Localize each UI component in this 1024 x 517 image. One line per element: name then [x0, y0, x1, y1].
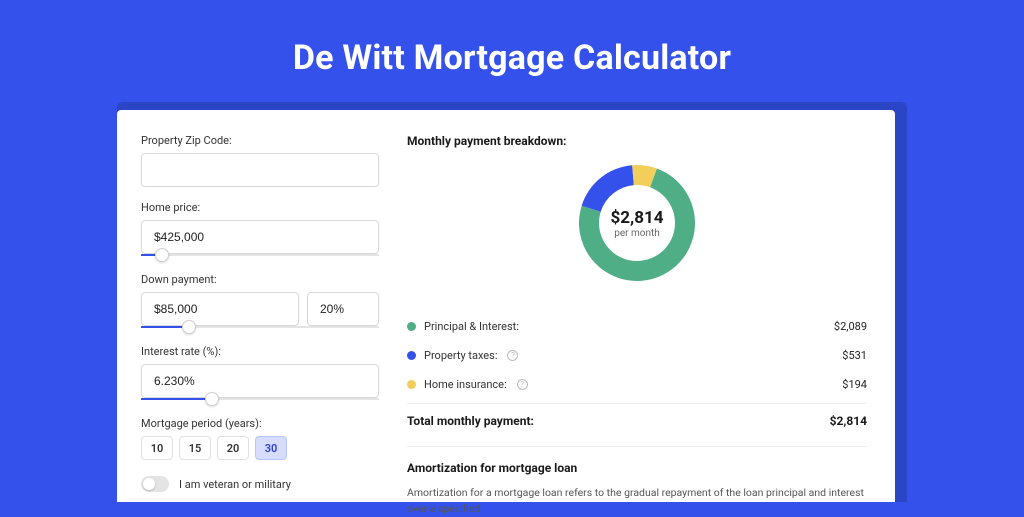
- period-option-10[interactable]: 10: [141, 436, 173, 460]
- field-home-price: Home price:: [141, 201, 379, 259]
- donut-amount: $2,814: [611, 208, 664, 228]
- veteran-toggle[interactable]: [141, 476, 169, 492]
- period-option-15[interactable]: 15: [179, 436, 211, 460]
- veteran-toggle-knob: [143, 478, 155, 490]
- divider: [407, 446, 867, 447]
- help-icon[interactable]: ?: [507, 350, 518, 361]
- interest-slider-thumb[interactable]: [205, 392, 219, 406]
- card-shadow: Property Zip Code: Home price: Down paym…: [117, 102, 907, 502]
- legend-dot: [407, 322, 416, 331]
- legend-total-row: Total monthly payment: $2,814: [407, 403, 867, 446]
- help-icon[interactable]: ?: [517, 379, 528, 390]
- donut-chart-wrap: $2,814 per month: [407, 162, 867, 284]
- form-column: Property Zip Code: Home price: Down paym…: [141, 134, 379, 502]
- breakdown-heading: Monthly payment breakdown:: [407, 134, 867, 148]
- interest-slider[interactable]: [141, 397, 379, 403]
- interest-input[interactable]: [141, 364, 379, 398]
- legend-value: $2,089: [834, 320, 867, 333]
- field-period: Mortgage period (years): 10152030: [141, 417, 379, 460]
- period-label: Mortgage period (years):: [141, 417, 379, 430]
- legend-row: Home insurance:? $194: [407, 370, 867, 399]
- legend-value: $194: [842, 378, 867, 391]
- legend-dot: [407, 351, 416, 360]
- legend-row: Property taxes:? $531: [407, 341, 867, 370]
- donut-chart: $2,814 per month: [576, 162, 698, 284]
- period-options: 10152030: [141, 436, 379, 460]
- donut-center: $2,814 per month: [576, 162, 698, 284]
- period-option-20[interactable]: 20: [217, 436, 249, 460]
- field-zip: Property Zip Code:: [141, 134, 379, 187]
- calculator-card: Property Zip Code: Home price: Down paym…: [117, 110, 895, 502]
- period-option-30[interactable]: 30: [255, 436, 287, 460]
- legend-dot: [407, 380, 416, 389]
- legend-label: Home insurance:: [424, 378, 507, 391]
- down-payment-amount-input[interactable]: [141, 292, 299, 326]
- home-price-slider[interactable]: [141, 253, 379, 259]
- legend-label: Principal & Interest:: [424, 320, 519, 333]
- legend-label: Property taxes:: [424, 349, 497, 362]
- home-price-label: Home price:: [141, 201, 379, 214]
- legend-row: Principal & Interest: $2,089: [407, 312, 867, 341]
- zip-input[interactable]: [141, 153, 379, 187]
- legend: Principal & Interest: $2,089 Property taxe…: [407, 312, 867, 399]
- amortization-heading: Amortization for mortgage loan: [407, 461, 867, 475]
- veteran-label: I am veteran or military: [179, 478, 291, 491]
- field-interest-rate: Interest rate (%):: [141, 345, 379, 403]
- veteran-toggle-row: I am veteran or military: [141, 476, 379, 492]
- down-payment-label: Down payment:: [141, 273, 379, 286]
- home-price-slider-thumb[interactable]: [155, 248, 169, 262]
- zip-label: Property Zip Code:: [141, 134, 379, 147]
- interest-label: Interest rate (%):: [141, 345, 379, 358]
- total-value: $2,814: [830, 414, 867, 428]
- page-title: De Witt Mortgage Calculator: [0, 0, 1024, 102]
- legend-value: $531: [842, 349, 867, 362]
- field-down-payment: Down payment:: [141, 273, 379, 331]
- results-column: Monthly payment breakdown: $2,814 per mo…: [407, 134, 867, 502]
- total-label: Total monthly payment:: [407, 414, 534, 428]
- down-payment-slider[interactable]: [141, 325, 379, 331]
- down-payment-slider-thumb[interactable]: [182, 320, 196, 334]
- down-payment-percent-input[interactable]: [307, 292, 379, 326]
- home-price-input[interactable]: [141, 220, 379, 254]
- donut-sub: per month: [614, 228, 660, 239]
